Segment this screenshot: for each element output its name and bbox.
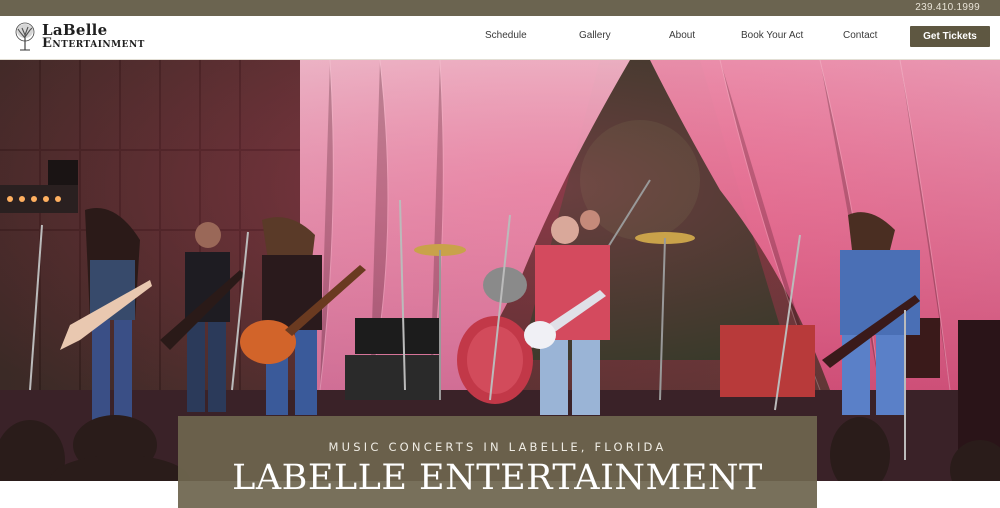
nav-book-your-act[interactable]: Book Your Act — [741, 30, 803, 41]
tree-icon — [15, 22, 35, 51]
nav-about[interactable]: About — [669, 30, 695, 41]
hero-title: LABELLE ENTERTAINMENT — [232, 458, 763, 498]
nav-contact[interactable]: Contact — [843, 30, 877, 41]
brand-name-line2: Entertainment — [42, 36, 145, 51]
main-navigation: LaBelle Entertainment Schedule Gallery A… — [0, 16, 1000, 60]
nav-gallery[interactable]: Gallery — [579, 30, 611, 41]
brand-logo[interactable]: LaBelle Entertainment — [14, 22, 145, 52]
nav-schedule[interactable]: Schedule — [485, 30, 527, 41]
brand-name-line1: LaBelle — [42, 21, 108, 39]
phone-number-link[interactable]: 239.410.1999 — [915, 2, 980, 13]
get-tickets-button[interactable]: Get Tickets — [910, 26, 990, 47]
hero-caption-panel: MUSIC CONCERTS IN LABELLE, FLORIDA LABEL… — [178, 416, 817, 508]
hero-subtitle: MUSIC CONCERTS IN LABELLE, FLORIDA — [328, 440, 667, 454]
top-bar: 239.410.1999 — [0, 0, 1000, 16]
